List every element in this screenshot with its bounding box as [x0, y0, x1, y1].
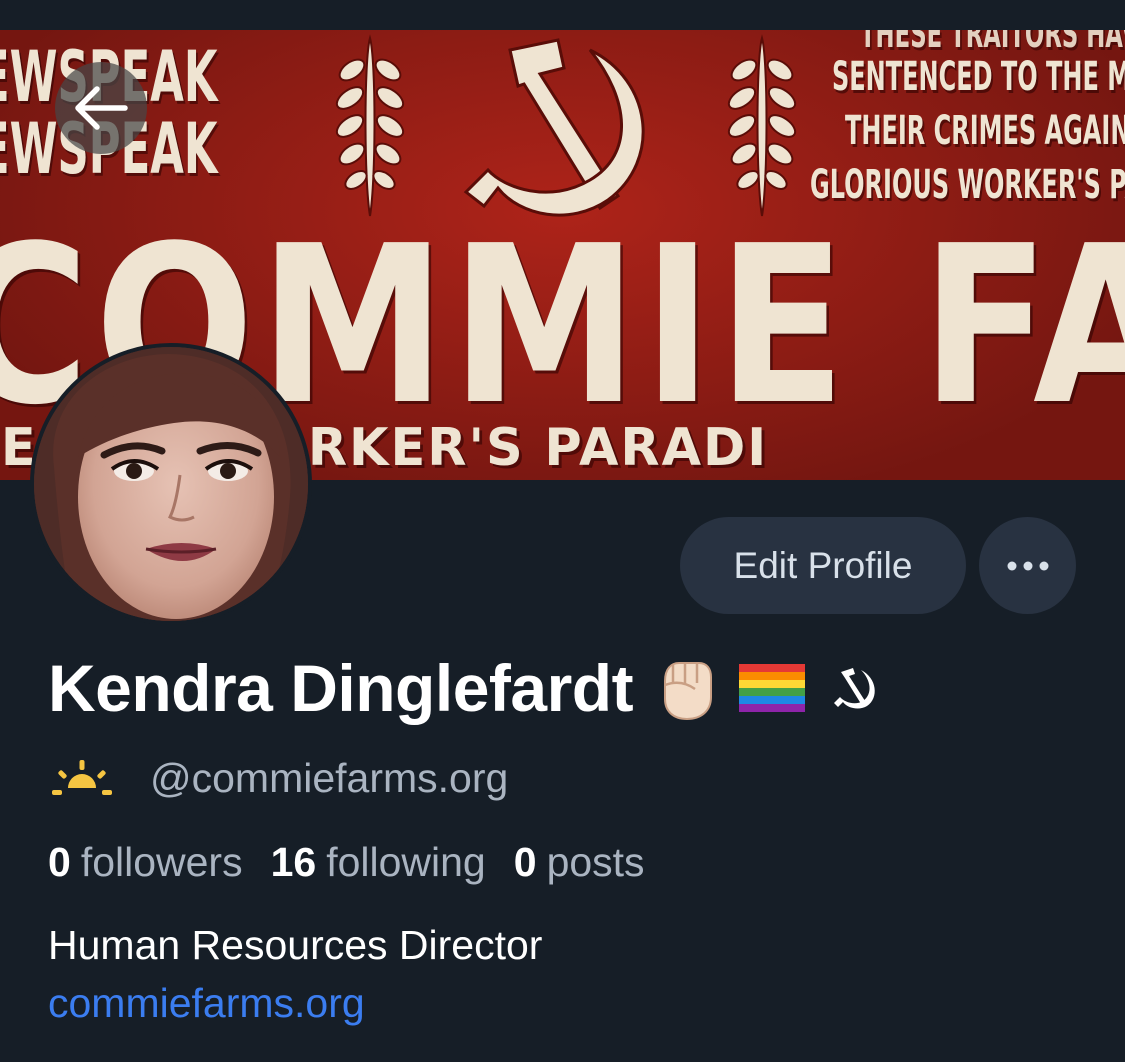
avatar-portrait-image: [34, 347, 308, 621]
posts-count: 0: [513, 838, 537, 885]
website-link[interactable]: commiefarms.org: [48, 980, 365, 1027]
display-name-row: Kendra Dinglefardt: [48, 648, 879, 728]
rainbow-flag-icon: [739, 664, 806, 712]
following-stat[interactable]: 16 following: [271, 839, 486, 886]
avatar[interactable]: [30, 343, 312, 625]
profile-screen: EWSPEAK EWSPEAK: [0, 0, 1125, 1062]
banner-text-top-right: THESE TRAITORS HAV: [860, 30, 1125, 56]
posts-label: posts: [546, 838, 645, 885]
back-button[interactable]: [55, 62, 147, 154]
posts-stat: 0 posts: [514, 839, 645, 886]
banner-text-right-2: THEIR CRIMES AGAIN: [845, 108, 1125, 154]
following-label: following: [326, 838, 486, 885]
hammer-sickle-icon: [833, 664, 879, 712]
wheat-right-icon: [727, 34, 797, 217]
following-count: 16: [270, 838, 317, 885]
edit-profile-button[interactable]: Edit Profile: [680, 517, 966, 614]
handle-row: @commiefarms.org: [50, 750, 508, 806]
display-name: Kendra Dinglefardt: [48, 651, 634, 725]
sunrise-icon: [52, 760, 112, 795]
handle[interactable]: @commiefarms.org: [150, 755, 508, 802]
status-bar: [0, 0, 1125, 30]
followers-stat[interactable]: 0 followers: [48, 839, 243, 886]
raised-fist-icon: [655, 655, 719, 721]
more-options-button[interactable]: [979, 517, 1076, 614]
followers-label: followers: [80, 838, 243, 885]
banner-text-right-1: SENTENCED TO THE MI: [832, 54, 1125, 100]
followers-count: 0: [48, 838, 71, 885]
wheat-left-icon: [335, 34, 405, 217]
stats-row: 0 followers 16 following 0 posts: [48, 834, 673, 890]
ellipsis-icon: [1007, 561, 1048, 570]
bio-text: Human Resources Director: [48, 922, 543, 968]
arrow-left-icon: [75, 86, 128, 130]
